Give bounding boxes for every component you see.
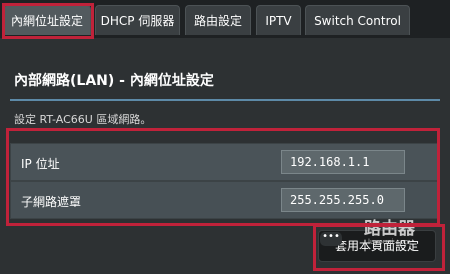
page-title: 內部網路(LAN) - 內網位址設定 — [14, 73, 214, 89]
tab-route[interactable]: 路由設定 — [185, 5, 251, 35]
watermark-logo-icon: ••• — [320, 232, 342, 246]
watermark-text: 路由器 — [364, 219, 415, 239]
tab-bar: 內網位址設定 DHCP 伺服器 路由設定 IPTV Switch Control — [0, 0, 450, 38]
subnet-mask-label: 子網路遮罩 — [21, 195, 82, 209]
tab-dhcp-server[interactable]: DHCP 伺服器 — [95, 5, 180, 35]
page-description: 設定 RT-AC66U 區域網路。 — [14, 113, 152, 126]
tab-lan-ip[interactable]: 內網位址設定 — [3, 5, 91, 35]
tab-switch-control[interactable]: Switch Control — [305, 5, 410, 35]
ip-address-input[interactable]: 192.168.1.1 — [281, 150, 405, 174]
watermark-url: luyouqi.com — [368, 238, 411, 246]
tab-iptv[interactable]: IPTV — [256, 5, 301, 35]
ip-address-label: IP 位址 — [21, 157, 60, 171]
title-divider — [10, 99, 440, 101]
ip-address-row: IP 位址 192.168.1.1 — [10, 143, 438, 181]
subnet-mask-input[interactable]: 255.255.255.0 — [281, 188, 405, 212]
